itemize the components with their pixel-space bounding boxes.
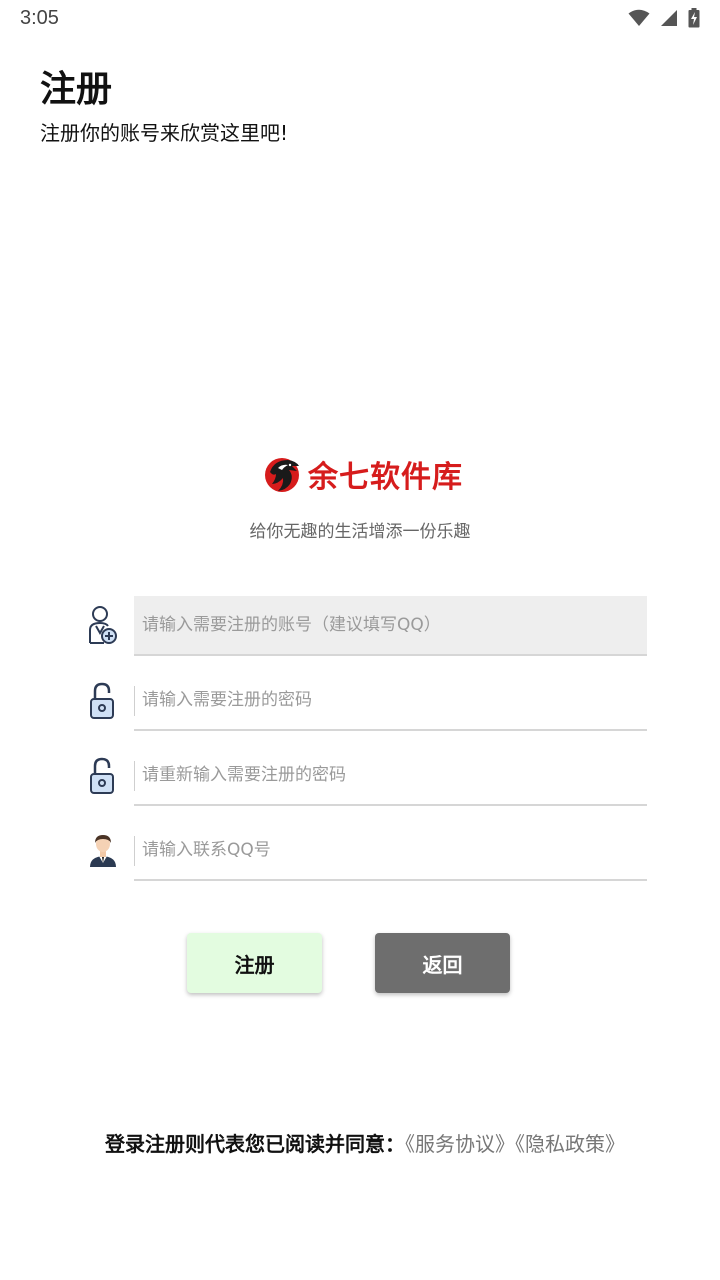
password-input[interactable]: [134, 671, 647, 731]
qq-field-row: [86, 821, 648, 883]
brand-logo: 余七软件库: [264, 452, 463, 496]
brand-name: 余七软件库: [308, 460, 463, 495]
account-field-row: [86, 596, 648, 658]
person-avatar-icon: [86, 829, 120, 873]
dragon-logo-icon: [265, 458, 299, 492]
status-time: 3:05: [20, 7, 59, 29]
account-input[interactable]: [134, 596, 647, 656]
back-button[interactable]: 返回: [375, 933, 510, 993]
confirm-password-field-row: [86, 746, 648, 808]
wifi-icon: [628, 9, 650, 26]
battery-charging-icon: [688, 8, 700, 28]
status-icons: [628, 8, 700, 28]
brand-slogan: 给你无趣的生活增添一份乐趣: [249, 522, 471, 542]
status-bar: 3:05: [0, 0, 720, 36]
service-agreement-link[interactable]: 《服务协议》: [405, 1132, 515, 1156]
agreement-notice: 登录注册则代表您已阅读并同意：《服务协议》《隐私政策》: [105, 1128, 625, 1157]
add-user-icon: [86, 604, 120, 648]
page-subtitle: 注册你的账号来欣赏这里吧!: [40, 121, 289, 145]
unlock-icon: [86, 754, 120, 798]
unlock-icon: [86, 679, 120, 723]
qq-input[interactable]: [134, 821, 647, 881]
register-button[interactable]: 注册: [187, 933, 322, 993]
page-title: 注册: [40, 69, 113, 110]
cellular-signal-icon: [661, 10, 677, 26]
confirm-password-input[interactable]: [134, 746, 647, 806]
password-field-row: [86, 671, 648, 733]
agreement-text: 登录注册则代表您已阅读并同意：: [105, 1132, 405, 1156]
privacy-policy-link[interactable]: 《隐私政策》: [515, 1132, 625, 1156]
